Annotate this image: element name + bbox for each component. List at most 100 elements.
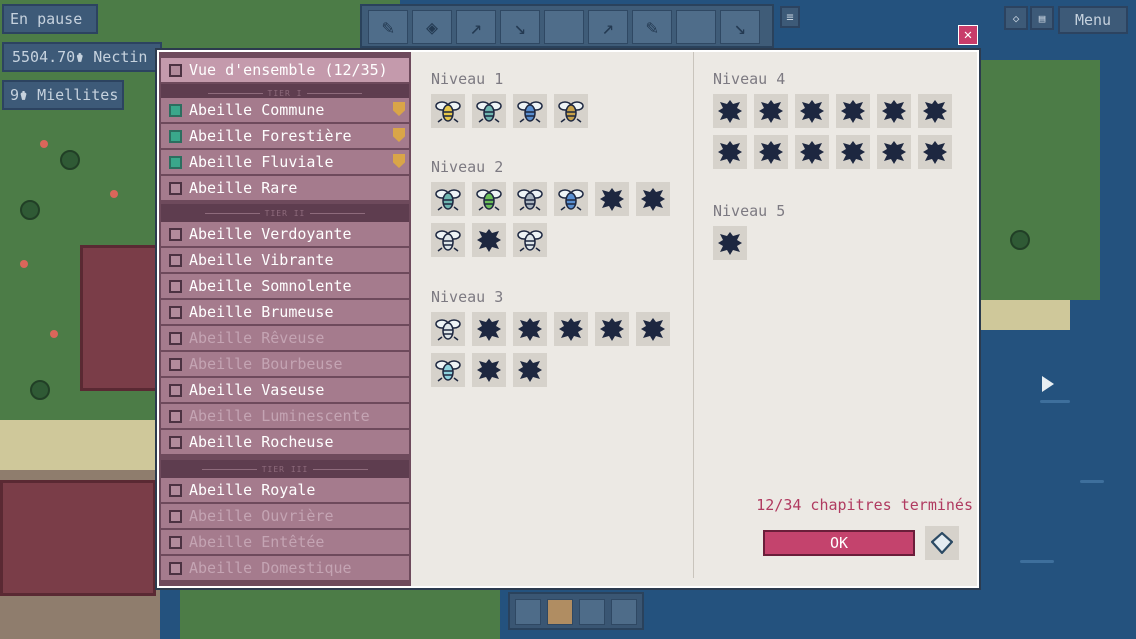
bee-silhouette-icon [882, 141, 906, 164]
bee-list-item[interactable]: Abeille Ouvrière [161, 504, 409, 528]
gem-button[interactable] [925, 526, 959, 560]
bee-silhouette-icon [718, 100, 742, 123]
hotbar-slot[interactable] [515, 599, 541, 625]
inventory-icon[interactable]: ▤ [1030, 6, 1054, 30]
bee-slot[interactable] [472, 182, 506, 216]
tool-slot-empty[interactable] [544, 10, 584, 44]
bee-slot[interactable] [513, 182, 547, 216]
flower [20, 260, 28, 268]
undiscovered-bee-slot[interactable] [513, 353, 547, 387]
bee-name: Abeille Rare [189, 179, 298, 197]
completion-badge-icon [393, 128, 405, 142]
bee-list-item[interactable]: Abeille Rare [161, 176, 409, 200]
undiscovered-bee-slot[interactable] [636, 312, 670, 346]
undiscovered-bee-slot[interactable] [713, 226, 747, 260]
bee-icon [517, 189, 543, 211]
undiscovered-bee-slot[interactable] [918, 94, 952, 128]
pause-label: En pause [10, 10, 83, 28]
bee-name: Abeille Verdoyante [189, 225, 352, 243]
undiscovered-bee-slot[interactable] [554, 312, 588, 346]
undiscovered-bee-slot[interactable] [472, 312, 506, 346]
undiscovered-bee-slot[interactable] [472, 223, 506, 257]
undiscovered-bee-slot[interactable] [754, 135, 788, 169]
bee-list-item[interactable]: Abeille Royale [161, 478, 409, 502]
bee-slot[interactable] [554, 94, 588, 128]
undiscovered-bee-slot[interactable] [472, 353, 506, 387]
bee-levels-panel: 12/34 chapitres terminés OK Niveau 1 Nive… [411, 52, 977, 586]
bee-list-item[interactable]: Abeille Entêtée [161, 530, 409, 554]
bee-slot[interactable] [472, 94, 506, 128]
tool-slot-shovel[interactable]: ↘ [500, 10, 540, 44]
bee-list-item[interactable]: Abeille Luminescente [161, 404, 409, 428]
tool-slot-hammer[interactable]: ↗ [588, 10, 628, 44]
bee-list-item[interactable]: Abeille Somnolente [161, 274, 409, 298]
bee-silhouette-icon [477, 318, 501, 341]
divider-line [207, 92, 263, 94]
hotbar-slot-selected[interactable] [547, 599, 573, 625]
bee-list-item[interactable]: Abeille Commune [161, 98, 409, 122]
tool-slot-brush[interactable]: ↘ [720, 10, 760, 44]
hotbar-slot[interactable] [579, 599, 605, 625]
bee-silhouette-icon [800, 100, 824, 123]
menu-button[interactable]: Menu [1058, 6, 1128, 34]
bee-name: Abeille Forestière [189, 127, 352, 145]
bee-slot[interactable] [554, 182, 588, 216]
bee-slot[interactable] [431, 94, 465, 128]
undiscovered-bee-slot[interactable] [595, 182, 629, 216]
bee-list-item[interactable]: Abeille Domestique [161, 556, 409, 580]
tool-slot-scythe[interactable]: ↗ [456, 10, 496, 44]
checkbox-icon [169, 63, 182, 77]
menu-label: Menu [1074, 11, 1112, 29]
tool-slot-empty[interactable] [676, 10, 716, 44]
bee-slot[interactable] [431, 182, 465, 216]
bee-list-item[interactable]: Abeille Brumeuse [161, 300, 409, 324]
bee-slot[interactable] [431, 353, 465, 387]
bee-list-item[interactable]: Abeille Bourbeuse [161, 352, 409, 376]
bee-list-item[interactable]: Abeille Rocheuse [161, 430, 409, 454]
undiscovered-bee-slot[interactable] [836, 94, 870, 128]
bee-slot[interactable] [513, 223, 547, 257]
tool-slot-bucket[interactable]: ◈ [412, 10, 452, 44]
bee-icon [435, 360, 461, 382]
undiscovered-bee-slot[interactable] [595, 312, 629, 346]
bee-list-item[interactable]: Abeille Rêveuse [161, 326, 409, 350]
undiscovered-bee-slot[interactable] [754, 94, 788, 128]
overview-item[interactable]: Vue d'ensemble (12/35) [161, 58, 409, 82]
undiscovered-bee-slot[interactable] [918, 135, 952, 169]
diamond-icon [931, 532, 953, 554]
undiscovered-bee-slot[interactable] [636, 182, 670, 216]
bee-silhouette-icon [718, 232, 742, 255]
tool-slot-wand[interactable]: ✎ [368, 10, 408, 44]
bee-silhouette-icon [882, 100, 906, 123]
bee-list-item[interactable]: Abeille Vaseuse [161, 378, 409, 402]
notebook-icon[interactable]: ≡ [780, 6, 800, 28]
level-title: Niveau 1 [431, 70, 504, 88]
bee-slot[interactable] [431, 223, 465, 257]
undiscovered-bee-slot[interactable] [877, 135, 911, 169]
undiscovered-bee-slot[interactable] [836, 135, 870, 169]
beach-right [980, 300, 1070, 330]
undiscovered-bee-slot[interactable] [877, 94, 911, 128]
bee-list-item[interactable]: Abeille Vibrante [161, 248, 409, 272]
undiscovered-bee-slot[interactable] [795, 94, 829, 128]
close-button[interactable]: ✕ [958, 25, 978, 45]
tool-slot-pick[interactable]: ✎ [632, 10, 672, 44]
ok-button[interactable]: OK [763, 530, 915, 556]
checkbox-icon [169, 357, 182, 371]
bee-slot[interactable] [513, 94, 547, 128]
bee-slot[interactable] [431, 312, 465, 346]
undiscovered-bee-slot[interactable] [795, 135, 829, 169]
undiscovered-bee-slot[interactable] [713, 94, 747, 128]
tier-label: TIER III [261, 464, 309, 474]
bee-list-item[interactable]: Abeille Verdoyante [161, 222, 409, 246]
bee-icon [558, 189, 584, 211]
bee-list-item[interactable]: Abeille Fluviale [161, 150, 409, 174]
bee-name: Abeille Fluviale [189, 153, 334, 171]
bee-silhouette-icon [477, 229, 501, 252]
hotbar-slot[interactable] [611, 599, 637, 625]
bee-list-item[interactable]: Abeille Forestière [161, 124, 409, 148]
undiscovered-bee-slot[interactable] [713, 135, 747, 169]
chat-icon[interactable]: ◇ [1004, 6, 1028, 30]
undiscovered-bee-slot[interactable] [513, 312, 547, 346]
pause-button[interactable]: En pause [2, 4, 98, 34]
